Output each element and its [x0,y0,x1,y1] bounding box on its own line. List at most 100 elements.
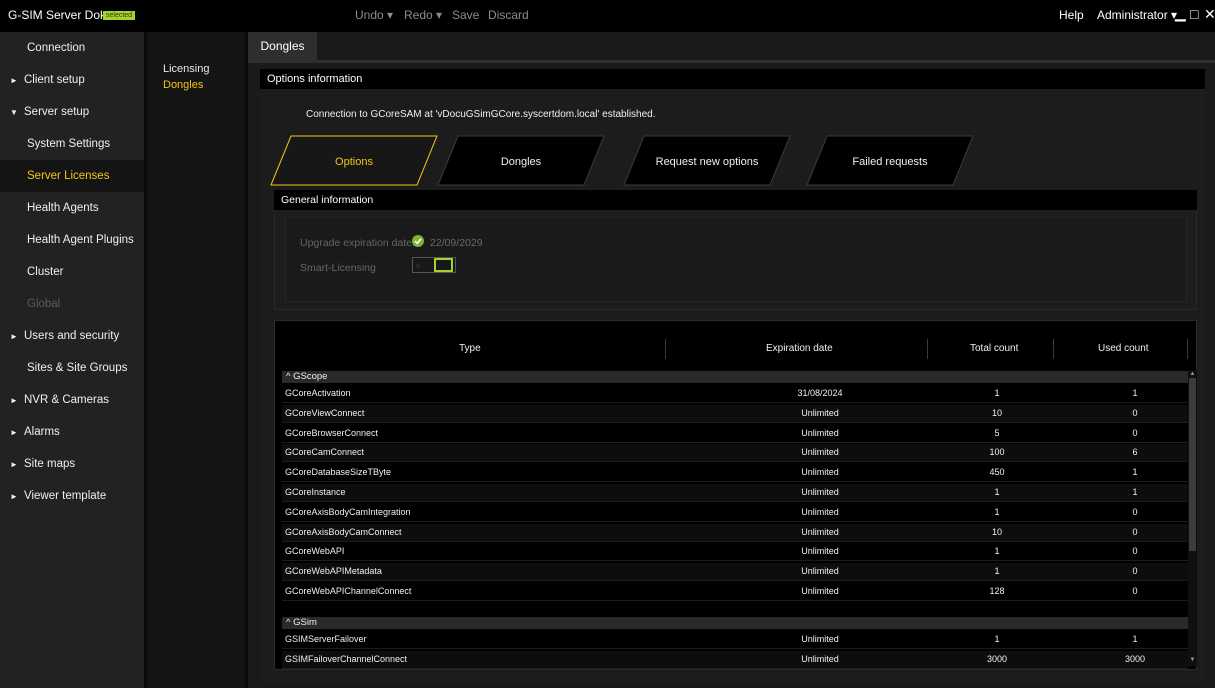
redo-button[interactable]: Redo ▾ [404,8,442,22]
table-row[interactable]: GCoreAxisBodyCamIntegration Unlimited 1 0 [282,504,1188,522]
option-tabs: Options Dongles Request new options Failed … [270,135,974,186]
cell-type: GCoreAxisBodyCamConnect [285,526,402,537]
table-row[interactable]: GCoreBrowserConnect Unlimited 5 0 [282,425,1188,443]
subnav-item-licensing[interactable]: Licensing [163,63,209,75]
cell-used-count: 0 [1132,427,1138,438]
table-group-gsim[interactable]: ^ GSim [282,616,1188,629]
smart-licensing-toggle[interactable]: ○ [412,257,456,273]
table-row[interactable]: GSIMFailoverChannelConnect Unlimited 3000 3… [282,650,1188,669]
sidebar-item-viewer-template[interactable]: ► Viewer template [0,480,144,512]
cell-type: GCoreCamConnect [285,447,365,458]
table-row[interactable]: GCoreAxisBodyCamConnect Unlimited 10 0 [282,523,1188,542]
sidebar-item-system-settings[interactable]: System Settings [0,128,144,160]
sidebar-item-cluster[interactable]: Cluster [0,256,144,288]
sidebar-item-alarms[interactable]: ► Alarms [0,416,144,448]
sidebar-item-users-and-security[interactable]: ► Users and security [0,320,144,352]
cell-expiration: Unlimited [801,447,839,458]
table-group-label: GScope [293,371,328,382]
upgrade-expiration-value: 22/09/2029 [430,237,483,249]
cell-used-count: 1 [1132,633,1138,644]
option-tab-dongles[interactable]: Dongles [437,135,605,186]
sub-navigation: Licensing Dongles [147,32,245,688]
sidebar-item-label: System Settings [27,138,111,150]
cell-used-count: 1 [1132,388,1138,398]
sidebar-item-global: Global [0,288,144,320]
column-header-used-count[interactable]: Used count [1098,343,1149,354]
subnav-item-dongles[interactable]: Dongles [163,79,203,91]
table-row[interactable]: GCoreWebAPIMetadata Unlimited 1 0 [282,563,1188,582]
table-row[interactable]: GCoreWebAPIChannelConnect Unlimited 128 0 [282,583,1188,601]
table-row[interactable]: GSIMServerFailover Unlimited 1 1 [282,631,1188,649]
cell-type: GSIMServerFailover [285,633,367,644]
discard-button[interactable]: Discard [488,8,529,22]
help-button[interactable]: Help [1059,8,1084,22]
table-row[interactable]: GCoreInstance Unlimited 1 1 [282,484,1188,502]
upgrade-expiration-label: Upgrade expiration date: [300,237,415,249]
sidebar-item-label: Server setup [24,106,90,118]
connection-message: Connection to GCoreSAM at 'vDocuGSimGCor… [306,109,656,120]
sidebar-item-health-agent-plugins[interactable]: Health Agent Plugins [0,224,144,256]
section-title: Options information [260,69,1205,89]
cell-used-count: 0 [1132,546,1138,557]
caret-right-icon: ► [10,460,18,469]
sidebar-item-connection[interactable]: Connection [0,32,144,64]
sidebar-item-health-agents[interactable]: Health Agents [0,192,144,224]
cell-total-count: 1 [994,566,1000,577]
sidebar-item-label: Client setup [24,74,85,86]
sidebar-item-label: Alarms [24,426,60,438]
app-title: G-SIM Server Doku [8,8,113,22]
table-row[interactable]: GCoreWebAPI Unlimited 1 0 [282,543,1188,562]
column-header-total-count[interactable]: Total count [970,343,1018,354]
cell-expiration: 31/08/2024 [797,388,843,398]
scrollbar-thumb[interactable] [1189,378,1196,551]
scroll-down-icon[interactable]: ▼ [1189,656,1196,664]
cell-total-count: 10 [991,526,1002,537]
sidebar-item-client-setup[interactable]: ► Client setup [0,64,144,96]
cell-type: GCoreWebAPIMetadata [285,566,382,577]
undo-button[interactable]: Undo ▾ [355,8,393,22]
cell-type: GCoreActivation [285,388,351,398]
sidebar-item-server-licenses[interactable]: Server Licenses [0,160,144,192]
smart-licensing-label: Smart-Licensing [300,262,376,274]
status-badge: selected [103,11,136,20]
scroll-up-icon[interactable]: ▲ [1189,370,1196,378]
save-button[interactable]: Save [452,8,479,22]
sidebar-item-server-setup[interactable]: ▼ Server setup [0,96,144,128]
cell-used-count: 1 [1132,467,1138,478]
tab-dongles[interactable]: Dongles [248,32,317,60]
sidebar-item-label: Health Agent Plugins [27,234,134,246]
sidebar-item-label: Server Licenses [27,170,110,182]
table-row[interactable]: GCoreViewConnect Unlimited 10 0 [282,404,1188,423]
cell-used-count: 0 [1132,506,1138,517]
user-menu[interactable]: Administrator ▾ [1097,8,1177,22]
table-row[interactable]: GCoreDatabaseSizeTByte Unlimited 450 1 [282,464,1188,483]
cell-used-count: 0 [1132,566,1138,577]
sidebar-item-nvr-cameras[interactable]: ► NVR & Cameras [0,384,144,416]
close-icon[interactable]: ✕ [1204,6,1215,23]
table-group-gscope[interactable]: ^ GScope [282,371,1188,383]
table-row[interactable]: GCoreCamConnect Unlimited 100 6 [282,444,1188,463]
column-header-type[interactable]: Type [459,343,481,354]
minimize-icon[interactable]: ▁ [1175,5,1186,22]
cell-total-count: 100 [989,447,1005,458]
sidebar-item-sites-site-groups[interactable]: Sites & Site Groups [0,352,144,384]
maximize-icon[interactable]: □ [1190,6,1198,22]
column-divider [1053,339,1054,359]
option-tab-request-new-options[interactable]: Request new options [623,135,791,186]
sidebar-item-label: Cluster [27,266,64,278]
column-header-expiration[interactable]: Expiration date [766,343,833,354]
cell-total-count: 5 [994,427,1000,438]
sidebar-item-site-maps[interactable]: ► Site maps [0,448,144,480]
cell-expiration: Unlimited [801,586,839,596]
table-row[interactable]: GCoreActivation 31/08/2024 1 1 [282,385,1188,403]
caret-right-icon: ► [10,492,18,501]
caret-right-icon: ► [10,396,18,405]
cell-expiration: Unlimited [801,427,839,438]
caret-right-icon: ► [10,428,18,437]
table-group-label: GSim [293,616,317,628]
option-tab-options[interactable]: Options [270,135,438,186]
option-tab-failed-requests[interactable]: Failed requests [806,135,974,186]
sidebar-item-label: Sites & Site Groups [27,362,128,374]
cell-total-count: 3000 [986,653,1008,664]
general-info-title: General information [274,190,1197,210]
